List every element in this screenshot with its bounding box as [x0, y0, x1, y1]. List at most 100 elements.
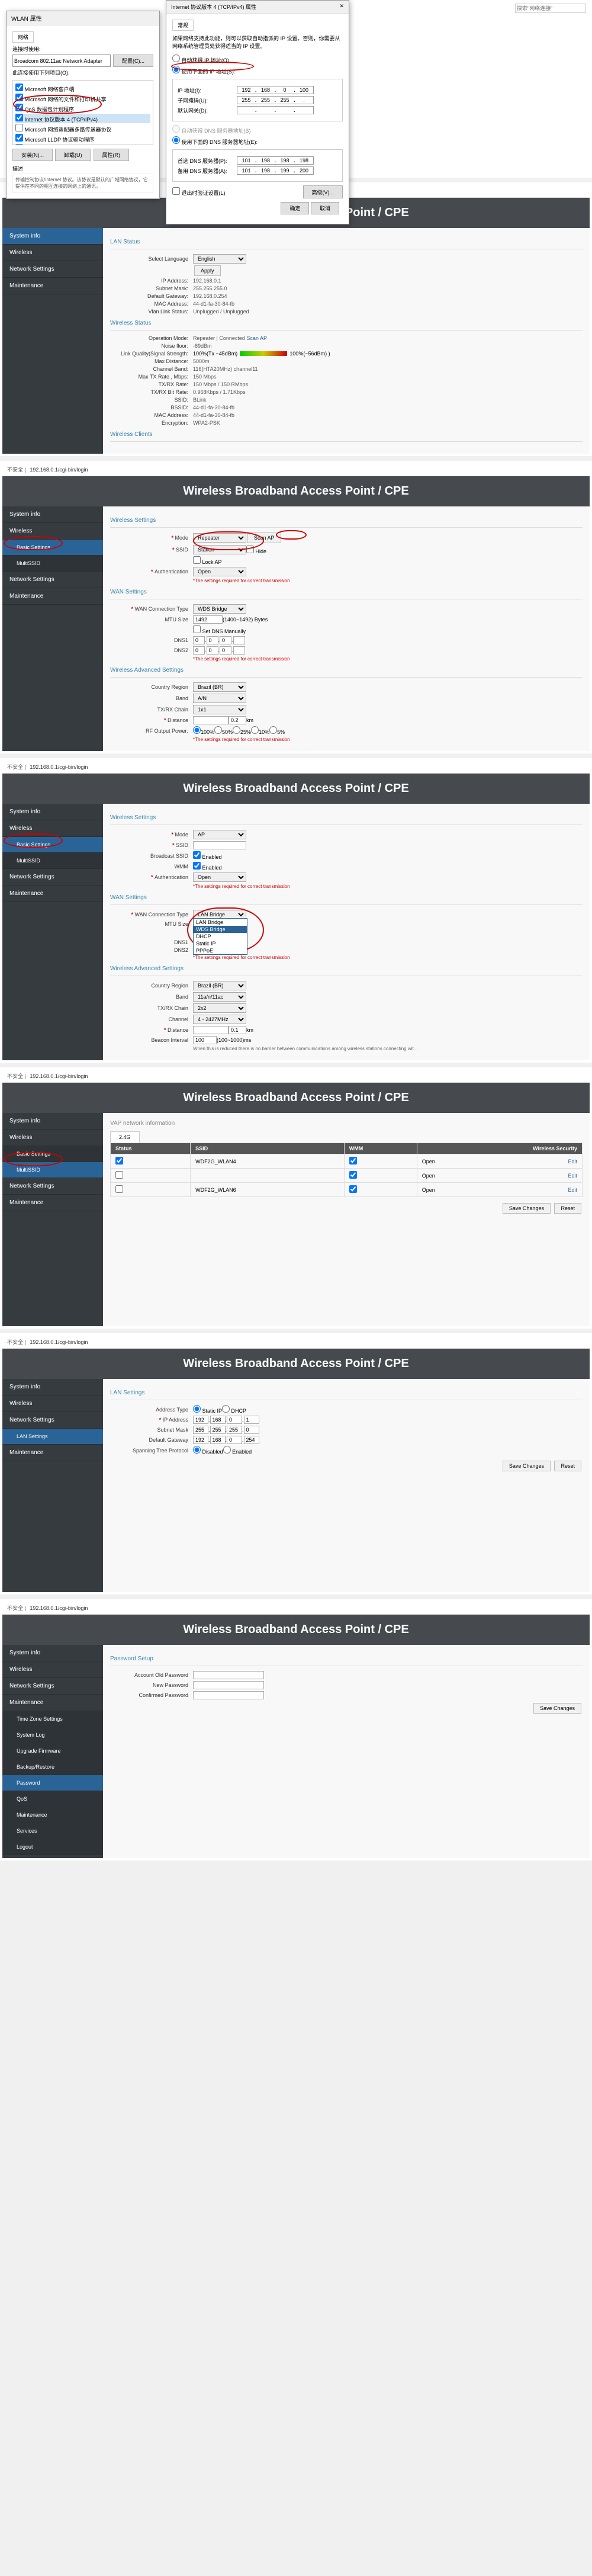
country-select[interactable]: Brazil (BR)	[193, 682, 246, 692]
nav-password[interactable]: Password	[2, 1775, 103, 1791]
status-checkbox[interactable]	[115, 1157, 123, 1165]
save-button[interactable]: Save Changes	[533, 1703, 581, 1714]
nav-wireless[interactable]: Wireless	[2, 1661, 103, 1678]
nav-lan[interactable]: LAN Settings	[2, 1429, 103, 1445]
nav-maintenance[interactable]: Maintenance	[2, 886, 103, 902]
nav-maintenance[interactable]: Maintenance	[2, 1445, 103, 1461]
wmm-checkbox[interactable]	[349, 1185, 357, 1193]
nav-maint[interactable]: Maintenance	[2, 1807, 103, 1823]
close-icon[interactable]: ✕	[339, 3, 344, 9]
distance-input[interactable]	[193, 716, 229, 724]
nav-syslog[interactable]: System Log	[2, 1727, 103, 1743]
status-checkbox[interactable]	[115, 1185, 123, 1193]
wantype-select[interactable]: WDS Bridge	[193, 604, 246, 614]
nav-system-info[interactable]: System info	[2, 1645, 103, 1661]
ssid-input[interactable]	[193, 841, 246, 849]
nav-wireless[interactable]: Wireless	[2, 245, 103, 261]
cancel-button[interactable]: 取消	[311, 202, 339, 214]
band-select[interactable]: A/N	[193, 694, 246, 703]
rf-10[interactable]	[251, 726, 259, 734]
gateway-input[interactable]: ...	[237, 106, 314, 114]
txrx-select[interactable]: 2x2	[193, 1003, 246, 1013]
tab-general[interactable]: 常规	[172, 20, 194, 31]
setdns-checkbox[interactable]	[193, 625, 201, 633]
country-select[interactable]: Brazil (BR)	[193, 981, 246, 990]
rf-25[interactable]	[233, 726, 240, 734]
radio-static[interactable]	[193, 1405, 201, 1413]
configure-button[interactable]: 配置(C)...	[113, 54, 153, 67]
radio-auto-ip[interactable]	[172, 54, 180, 62]
reset-button[interactable]: Reset	[554, 1461, 581, 1471]
save-button[interactable]: Save Changes	[503, 1461, 551, 1471]
edit-link[interactable]: Edit	[568, 1159, 577, 1165]
nav-network[interactable]: Network Settings	[2, 869, 103, 886]
wmm-checkbox[interactable]	[349, 1171, 357, 1179]
nav-maintenance[interactable]: Maintenance	[2, 1195, 103, 1211]
nav-maintenance[interactable]: Maintenance	[2, 588, 103, 605]
rf-50[interactable]	[214, 726, 222, 734]
radio-dhcp[interactable]	[222, 1405, 230, 1413]
nav-system-info[interactable]: System info	[2, 804, 103, 820]
dns2-a[interactable]	[193, 646, 205, 655]
nav-qos[interactable]: QoS	[2, 1791, 103, 1807]
nav-services[interactable]: Services	[2, 1823, 103, 1839]
nav-network[interactable]: Network Settings	[2, 572, 103, 588]
item-tcpipv6[interactable]	[15, 144, 23, 145]
wantype-dropdown[interactable]: LAN Bridge WDS Bridge DHCP Static IP PPP…	[193, 918, 247, 955]
item-ms-client[interactable]	[15, 84, 23, 91]
rf-100[interactable]	[193, 726, 201, 734]
radio-use-dns[interactable]	[172, 136, 180, 144]
nav-system-info[interactable]: System info	[2, 228, 103, 245]
mask-a[interactable]	[193, 1426, 208, 1434]
nav-network[interactable]: Network Settings	[2, 1412, 103, 1429]
ok-button[interactable]: 确定	[281, 202, 309, 214]
nav-wireless[interactable]: Wireless	[2, 1130, 103, 1146]
auth-select[interactable]: Open	[193, 872, 246, 882]
radio-stp-disabled[interactable]	[193, 1446, 201, 1454]
nav-network[interactable]: Network Settings	[2, 1178, 103, 1195]
auth-select[interactable]: Open	[193, 567, 246, 576]
nav-system-info[interactable]: System info	[2, 506, 103, 523]
item-lldp[interactable]	[15, 134, 23, 142]
old-password-input[interactable]	[193, 1671, 264, 1679]
edit-link[interactable]: Edit	[568, 1173, 577, 1179]
rf-5[interactable]	[269, 726, 277, 734]
mtu-input[interactable]	[193, 615, 223, 624]
scan-ap-link[interactable]: Scan AP	[246, 335, 267, 341]
search-input[interactable]	[515, 4, 586, 13]
nav-network[interactable]: Network Settings	[2, 261, 103, 278]
apply-button[interactable]: Apply	[194, 265, 221, 276]
nav-backup[interactable]: Backup/Restore	[2, 1759, 103, 1775]
subnet-input[interactable]: ...	[237, 96, 314, 104]
edit-link[interactable]: Edit	[568, 1187, 577, 1193]
channel-select[interactable]: 4 - 2427MHz	[193, 1015, 246, 1024]
txrx-select[interactable]: 1x1	[193, 705, 246, 714]
nav-logout[interactable]: Logout	[2, 1839, 103, 1855]
wmm-checkbox[interactable]	[193, 862, 201, 870]
tab-24g[interactable]: 2.4G	[110, 1131, 140, 1143]
new-password-input[interactable]	[193, 1681, 264, 1689]
dns1-a[interactable]	[193, 636, 205, 644]
install-button[interactable]: 安装(N)...	[12, 149, 53, 161]
nav-maintenance[interactable]: Maintenance	[2, 278, 103, 294]
nav-multissid[interactable]: MultiSSID	[2, 556, 103, 572]
item-multiplex[interactable]	[15, 124, 23, 131]
status-checkbox[interactable]	[115, 1171, 123, 1179]
confirm-password-input[interactable]	[193, 1691, 264, 1699]
nav-tz[interactable]: Time Zone Settings	[2, 1711, 103, 1727]
distance-input[interactable]	[193, 1026, 229, 1034]
uninstall-button[interactable]: 卸载(U)	[55, 149, 91, 161]
item-tcpipv4[interactable]	[15, 114, 23, 121]
dns2-input[interactable]: ...	[237, 166, 314, 175]
nav-maintenance[interactable]: Maintenance	[2, 1695, 103, 1711]
tab-networking[interactable]: 网络	[12, 31, 34, 43]
lockap-checkbox[interactable]	[193, 556, 201, 564]
advanced-button[interactable]: 高级(V)...	[303, 185, 343, 198]
ip-input[interactable]: ...	[237, 86, 314, 94]
band-select[interactable]: 11a/n/11ac	[193, 992, 246, 1002]
nav-multissid[interactable]: MultiSSID	[2, 853, 103, 869]
radio-stp-enabled[interactable]	[223, 1446, 231, 1454]
gw-a[interactable]	[193, 1436, 208, 1444]
nav-upgrade[interactable]: Upgrade Firmware	[2, 1743, 103, 1759]
protocol-list[interactable]: Microsoft 网络客户端 Microsoft 网络的文件和打印机共享 Qo…	[12, 80, 153, 145]
